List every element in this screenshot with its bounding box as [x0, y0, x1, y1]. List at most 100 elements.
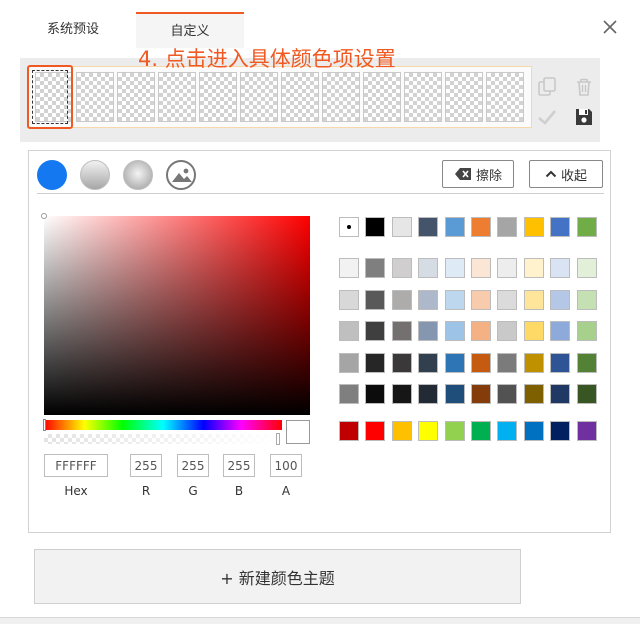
theme-color-slot[interactable]	[199, 72, 237, 122]
tab-system-preset[interactable]: 系统预设	[12, 12, 134, 48]
palette-color-swatch[interactable]	[391, 321, 412, 341]
hex-input[interactable]	[44, 454, 108, 477]
red-input[interactable]	[130, 454, 162, 477]
palette-color-swatch[interactable]	[576, 352, 597, 373]
palette-color-swatch[interactable]	[471, 352, 491, 373]
palette-color-swatch[interactable]	[550, 258, 571, 278]
copy-icon[interactable]	[536, 76, 558, 98]
palette-color-swatch[interactable]	[391, 384, 412, 404]
palette-color-swatch[interactable]	[497, 421, 518, 441]
theme-color-slot[interactable]	[404, 72, 442, 122]
palette-color-swatch[interactable]	[497, 258, 518, 278]
green-input[interactable]	[177, 454, 209, 477]
palette-color-swatch[interactable]	[339, 289, 359, 310]
theme-color-slot[interactable]	[363, 72, 401, 122]
palette-color-swatch[interactable]	[471, 384, 491, 404]
palette-color-swatch[interactable]	[523, 289, 544, 310]
palette-color-swatch[interactable]	[576, 384, 597, 404]
theme-color-slot[interactable]	[35, 72, 73, 122]
saturation-value-picker[interactable]	[41, 213, 310, 415]
palette-color-swatch[interactable]	[497, 352, 518, 373]
palette-color-swatch[interactable]	[444, 421, 465, 441]
sv-cursor-handle[interactable]	[41, 213, 47, 219]
theme-color-slot[interactable]	[322, 72, 360, 122]
palette-color-swatch[interactable]	[523, 384, 544, 404]
palette-color-swatch[interactable]	[418, 384, 439, 404]
palette-color-swatch[interactable]	[365, 217, 386, 237]
palette-color-swatch[interactable]	[391, 421, 412, 441]
palette-color-swatch[interactable]	[471, 258, 491, 278]
palette-color-swatch[interactable]	[444, 289, 465, 310]
palette-color-swatch[interactable]	[418, 217, 439, 237]
palette-color-swatch[interactable]	[391, 217, 412, 237]
palette-color-swatch[interactable]	[444, 217, 465, 237]
palette-color-swatch[interactable]	[418, 321, 439, 341]
linear-gradient-fill-button[interactable]	[80, 160, 110, 190]
palette-color-swatch[interactable]	[497, 289, 518, 310]
theme-color-slot[interactable]	[117, 72, 155, 122]
palette-color-swatch[interactable]	[365, 321, 386, 341]
palette-color-swatch[interactable]	[523, 321, 544, 341]
palette-color-swatch[interactable]	[365, 421, 386, 441]
theme-color-slot[interactable]	[240, 72, 278, 122]
palette-color-swatch[interactable]	[576, 258, 597, 278]
palette-color-swatch[interactable]	[471, 321, 491, 341]
radial-gradient-fill-button[interactable]	[123, 160, 153, 190]
palette-color-swatch[interactable]	[471, 217, 491, 237]
palette-color-swatch[interactable]	[497, 384, 518, 404]
palette-color-swatch[interactable]	[550, 217, 571, 237]
close-icon[interactable]	[601, 18, 619, 36]
palette-color-swatch[interactable]	[444, 384, 465, 404]
palette-color-swatch[interactable]	[339, 258, 359, 278]
theme-color-slot[interactable]	[158, 72, 196, 122]
hue-slider[interactable]	[43, 419, 282, 431]
palette-color-swatch[interactable]	[339, 421, 359, 441]
palette-color-swatch[interactable]	[365, 258, 386, 278]
palette-color-swatch[interactable]	[523, 352, 544, 373]
solid-fill-button[interactable]	[37, 160, 67, 190]
palette-color-swatch[interactable]	[523, 258, 544, 278]
palette-color-swatch[interactable]	[391, 289, 412, 310]
palette-color-swatch[interactable]	[365, 352, 386, 373]
palette-color-swatch[interactable]	[576, 321, 597, 341]
palette-color-swatch[interactable]	[550, 384, 571, 404]
hue-slider-handle[interactable]	[43, 419, 46, 431]
palette-color-swatch[interactable]	[576, 289, 597, 310]
palette-color-swatch[interactable]	[339, 321, 359, 341]
palette-color-swatch[interactable]	[339, 217, 359, 237]
palette-color-swatch[interactable]	[550, 352, 571, 373]
palette-color-swatch[interactable]	[550, 289, 571, 310]
palette-color-swatch[interactable]	[418, 258, 439, 278]
alpha-input[interactable]	[270, 454, 302, 477]
palette-color-swatch[interactable]	[444, 352, 465, 373]
collapse-button[interactable]: 收起	[529, 160, 603, 188]
palette-color-swatch[interactable]	[497, 217, 518, 237]
palette-color-swatch[interactable]	[523, 217, 544, 237]
theme-color-slot[interactable]	[281, 72, 319, 122]
theme-color-slot[interactable]	[76, 72, 114, 122]
palette-color-swatch[interactable]	[444, 321, 465, 341]
palette-color-swatch[interactable]	[444, 258, 465, 278]
palette-color-swatch[interactable]	[523, 421, 544, 441]
palette-color-swatch[interactable]	[365, 289, 386, 310]
palette-color-swatch[interactable]	[391, 352, 412, 373]
check-icon[interactable]	[536, 106, 558, 128]
palette-color-swatch[interactable]	[497, 321, 518, 341]
palette-color-swatch[interactable]	[418, 352, 439, 373]
palette-color-swatch[interactable]	[418, 421, 439, 441]
palette-color-swatch[interactable]	[550, 321, 571, 341]
palette-color-swatch[interactable]	[365, 384, 386, 404]
palette-color-swatch[interactable]	[339, 352, 359, 373]
theme-color-slot[interactable]	[445, 72, 483, 122]
save-icon[interactable]	[573, 106, 595, 128]
palette-color-swatch[interactable]	[471, 289, 491, 310]
alpha-slider[interactable]	[44, 433, 282, 445]
erase-button[interactable]: 擦除	[442, 160, 514, 188]
image-fill-button[interactable]	[166, 160, 196, 190]
palette-color-swatch[interactable]	[418, 289, 439, 310]
palette-color-swatch[interactable]	[391, 258, 412, 278]
blue-input[interactable]	[223, 454, 255, 477]
alpha-slider-handle[interactable]	[276, 433, 280, 445]
palette-color-swatch[interactable]	[550, 421, 571, 441]
theme-color-slot[interactable]	[486, 72, 524, 122]
